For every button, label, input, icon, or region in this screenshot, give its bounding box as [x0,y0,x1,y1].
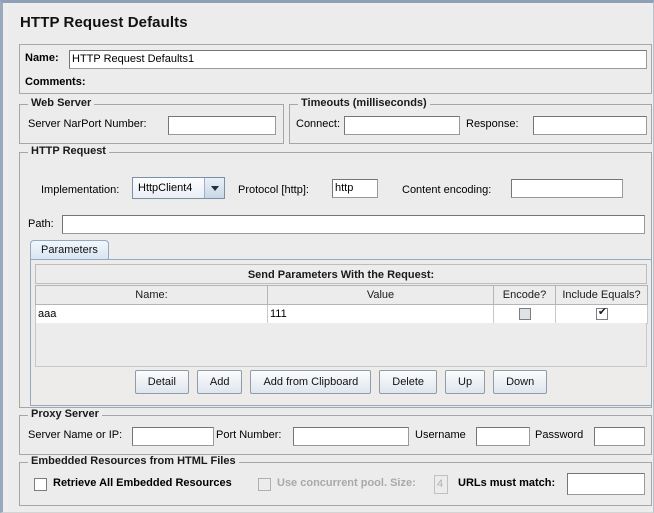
down-button[interactable]: Down [493,370,547,394]
web-server-group: Web Server Server NarPort Number: [19,104,284,144]
cell-param-name[interactable]: aaa [36,305,268,324]
path-label: Path: [28,215,54,234]
parameters-tabstrip: Parameters [30,240,652,260]
embedded-resources-group: Embedded Resources from HTML Files Retri… [19,462,652,506]
content-encoding-input[interactable] [511,179,623,198]
encode-checkbox[interactable] [519,308,531,320]
name-input[interactable]: HTTP Request Defaults1 [69,50,647,69]
detail-button[interactable]: Detail [135,370,189,394]
tab-parameters[interactable]: Parameters [30,240,109,260]
delete-button[interactable]: Delete [379,370,437,394]
proxy-port-input[interactable] [293,427,409,446]
protocol-input[interactable]: http [332,179,378,198]
connect-timeout-label: Connect: [296,115,340,134]
column-header-name[interactable]: Name: [36,286,268,305]
cell-param-encode[interactable] [494,305,556,324]
retrieve-all-embedded-checkbox[interactable] [34,478,47,491]
proxy-username-label: Username [415,426,466,445]
parameters-panel: Send Parameters With the Request: Name: … [30,259,652,406]
proxy-server-group: Proxy Server Server Name or IP: Port Num… [19,415,652,455]
use-concurrent-pool-checkbox[interactable] [258,478,271,491]
proxy-username-input[interactable] [476,427,530,446]
comments-label: Comments: [25,73,86,92]
chevron-down-icon[interactable] [204,178,224,198]
cell-param-value[interactable]: 111 [268,305,494,324]
table-row[interactable]: aaa 111 [36,305,648,324]
column-header-encode[interactable]: Encode? [494,286,556,305]
proxy-password-label: Password [535,426,583,445]
include-equals-checkbox[interactable] [596,308,608,320]
cell-param-include-equals[interactable] [556,305,648,324]
response-timeout-input[interactable] [533,116,647,135]
implementation-select[interactable]: HttpClient4 [132,177,225,199]
http-request-group-title: HTTP Request [28,146,109,157]
path-input[interactable] [62,215,645,234]
page-title: HTTP Request Defaults [20,14,188,31]
table-header-row: Name: Value Encode? Include Equals? [36,286,648,305]
implementation-label: Implementation: [41,181,119,200]
server-nameport-input[interactable] [168,116,276,135]
proxy-server-name-label: Server Name or IP: [28,426,122,445]
config-pane: HTTP Request Defaults Name: HTTP Request… [8,6,652,513]
timeouts-group: Timeouts (milliseconds) Connect: Respons… [289,104,652,144]
embedded-resources-group-title: Embedded Resources from HTML Files [28,456,239,467]
web-server-group-title: Web Server [28,98,94,109]
add-from-clipboard-button[interactable]: Add from Clipboard [250,370,371,394]
up-button[interactable]: Up [445,370,485,394]
protocol-label: Protocol [http]: [238,181,309,200]
pool-size-input[interactable]: 4 [434,475,448,494]
implementation-value: HttpClient4 [133,178,204,198]
send-parameters-header: Send Parameters With the Request: [35,264,647,284]
proxy-server-group-title: Proxy Server [28,409,102,420]
server-nameport-label: Server NarPort Number: [28,115,147,134]
proxy-port-label: Port Number: [216,426,281,445]
retrieve-all-embedded-label: Retrieve All Embedded Resources [53,474,232,493]
column-header-value[interactable]: Value [268,286,494,305]
proxy-server-name-input[interactable] [132,427,214,446]
comments-input[interactable] [86,74,647,91]
timeouts-group-title: Timeouts (milliseconds) [298,98,430,109]
content-encoding-label: Content encoding: [402,181,491,200]
parameters-button-row: Detail Add Add from Clipboard Delete Up … [31,370,651,394]
parameters-table: Name: Value Encode? Include Equals? aaa … [35,285,648,324]
table-empty-area [35,323,647,367]
identity-panel: Name: HTTP Request Defaults1 Comments: [19,44,652,94]
add-button[interactable]: Add [197,370,243,394]
urls-must-match-label: URLs must match: [458,474,555,493]
name-label: Name: [25,49,59,68]
proxy-password-input[interactable] [594,427,645,446]
http-request-defaults-window: HTTP Request Defaults Name: HTTP Request… [0,0,654,513]
urls-must-match-input[interactable] [567,473,645,495]
response-timeout-label: Response: [466,115,519,134]
column-header-include-equals[interactable]: Include Equals? [556,286,648,305]
use-concurrent-pool-label: Use concurrent pool. Size: [277,474,416,493]
connect-timeout-input[interactable] [344,116,460,135]
